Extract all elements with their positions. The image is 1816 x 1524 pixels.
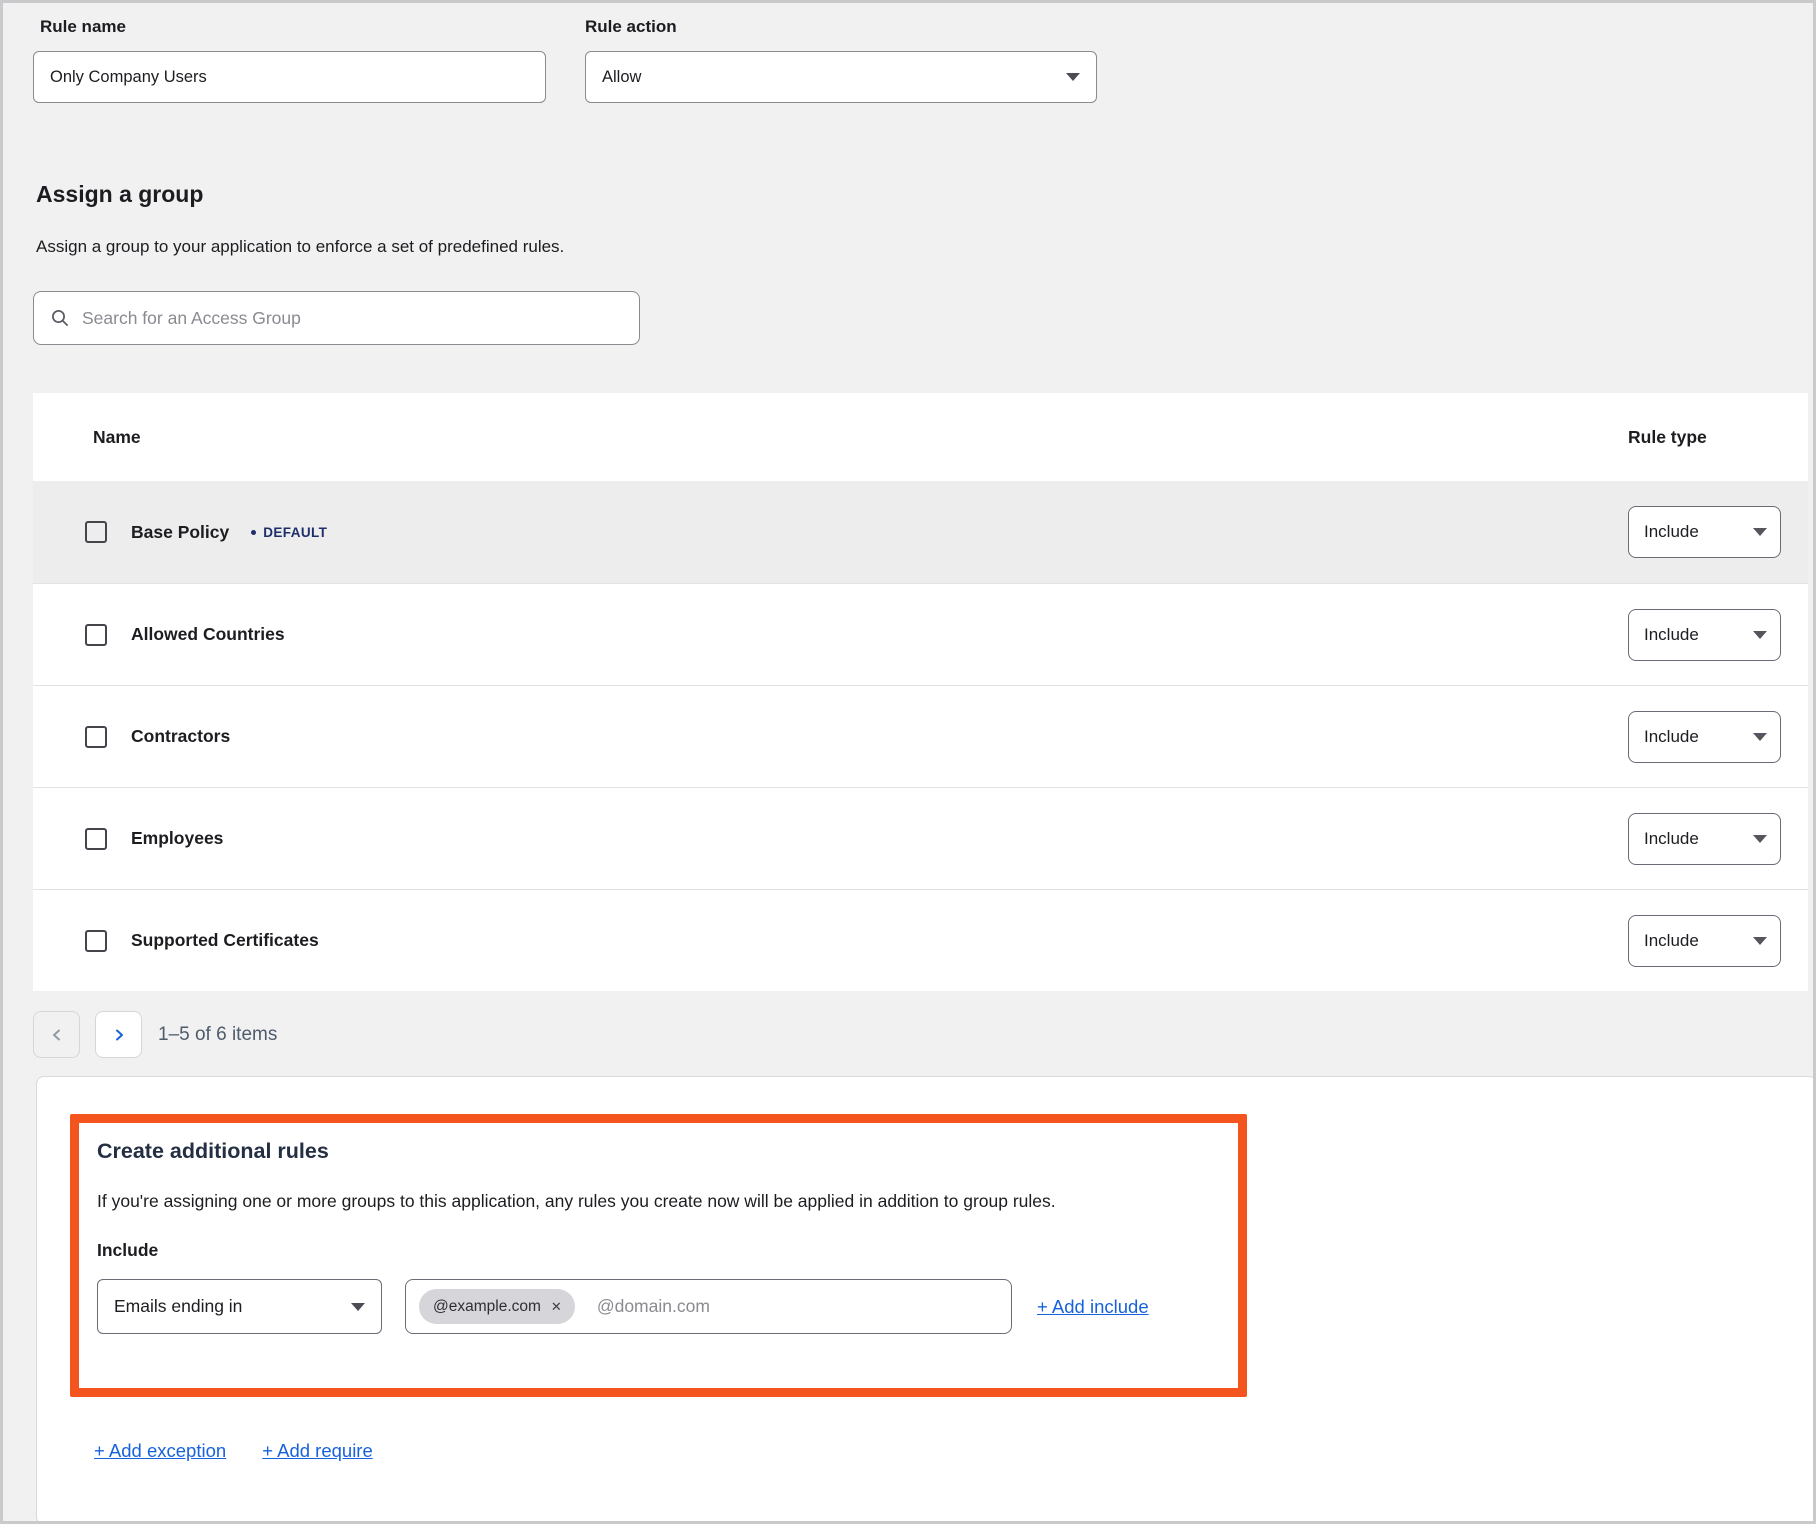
pagination: 1–5 of 6 items xyxy=(33,1011,277,1058)
rule-extra-links: + Add exception + Add require xyxy=(94,1440,373,1462)
rule-name-field-box xyxy=(33,51,546,103)
highlight-annotation-box: Create additional rules If you're assign… xyxy=(70,1114,1247,1397)
rule-type-select[interactable]: Include xyxy=(1628,813,1781,865)
rule-type-select[interactable]: Include xyxy=(1628,915,1781,967)
create-additional-rules-title: Create additional rules xyxy=(97,1139,1220,1164)
column-header-name: Name xyxy=(33,427,1628,448)
add-require-link[interactable]: + Add require xyxy=(262,1440,373,1462)
remove-tag-icon[interactable]: ✕ xyxy=(551,1300,562,1313)
include-label: Include xyxy=(97,1240,1220,1261)
rule-action-label: Rule action xyxy=(585,17,677,37)
table-row: Supported Certificates Include xyxy=(33,889,1808,991)
rule-type-select[interactable]: Include xyxy=(1628,506,1781,558)
rule-type-select[interactable]: Include xyxy=(1628,609,1781,661)
domain-input-placeholder: @domain.com xyxy=(597,1296,710,1317)
chevron-down-icon xyxy=(351,1303,365,1311)
table-row: Base Policy DEFAULT Include xyxy=(33,481,1808,583)
access-group-search[interactable]: Search for an Access Group xyxy=(33,291,640,345)
email-domains-input[interactable]: @example.com ✕ @domain.com xyxy=(405,1279,1012,1334)
add-include-link[interactable]: + Add include xyxy=(1037,1296,1149,1318)
email-domain-tag: @example.com ✕ xyxy=(419,1289,575,1324)
chevron-down-icon xyxy=(1753,528,1767,536)
include-rule-row: Emails ending in @example.com ✕ @domain.… xyxy=(97,1279,1220,1334)
chevron-down-icon xyxy=(1753,835,1767,843)
table-header: Name Rule type xyxy=(33,393,1808,481)
row-checkbox[interactable] xyxy=(85,521,107,543)
group-name: Contractors xyxy=(131,726,230,747)
additional-rules-panel: Create additional rules If you're assign… xyxy=(36,1076,1816,1524)
badge-dot-icon xyxy=(251,530,256,535)
table-row: Employees Include xyxy=(33,787,1808,889)
column-header-rule-type: Rule type xyxy=(1628,427,1781,448)
assign-group-title: Assign a group xyxy=(36,181,203,208)
condition-value: Emails ending in xyxy=(114,1296,242,1317)
chevron-left-icon xyxy=(49,1027,65,1043)
default-badge: DEFAULT xyxy=(251,525,327,540)
previous-page-button[interactable] xyxy=(33,1011,80,1058)
rule-type-select[interactable]: Include xyxy=(1628,711,1781,763)
access-groups-table: Name Rule type Base Policy DEFAULT Inclu… xyxy=(33,393,1808,991)
next-page-button[interactable] xyxy=(95,1011,142,1058)
pagination-label: 1–5 of 6 items xyxy=(158,1024,277,1046)
rule-name-input[interactable] xyxy=(50,68,529,87)
add-exception-link[interactable]: + Add exception xyxy=(94,1440,226,1462)
group-name: Supported Certificates xyxy=(131,930,319,951)
rule-name-label: Rule name xyxy=(40,17,126,37)
chevron-down-icon xyxy=(1753,631,1767,639)
create-additional-rules-description: If you're assigning one or more groups t… xyxy=(97,1191,1220,1212)
rule-editor-screen: Rule name Rule action Allow Assign a gro… xyxy=(0,0,1816,1524)
group-name: Allowed Countries xyxy=(131,624,285,645)
group-name: Employees xyxy=(131,828,223,849)
row-checkbox[interactable] xyxy=(85,828,107,850)
chevron-down-icon xyxy=(1753,733,1767,741)
table-row: Contractors Include xyxy=(33,685,1808,787)
chevron-down-icon xyxy=(1753,937,1767,945)
rule-action-select[interactable]: Allow xyxy=(585,51,1097,103)
chevron-down-icon xyxy=(1066,73,1080,81)
chevron-right-icon xyxy=(111,1027,127,1043)
row-checkbox[interactable] xyxy=(85,624,107,646)
search-placeholder: Search for an Access Group xyxy=(82,308,301,329)
assign-group-description: Assign a group to your application to en… xyxy=(36,237,564,257)
row-checkbox[interactable] xyxy=(85,726,107,748)
rule-action-value: Allow xyxy=(602,68,641,87)
search-icon xyxy=(50,308,70,328)
table-row: Allowed Countries Include xyxy=(33,583,1808,685)
row-checkbox[interactable] xyxy=(85,930,107,952)
condition-select[interactable]: Emails ending in xyxy=(97,1279,382,1334)
group-name: Base Policy xyxy=(131,522,229,543)
